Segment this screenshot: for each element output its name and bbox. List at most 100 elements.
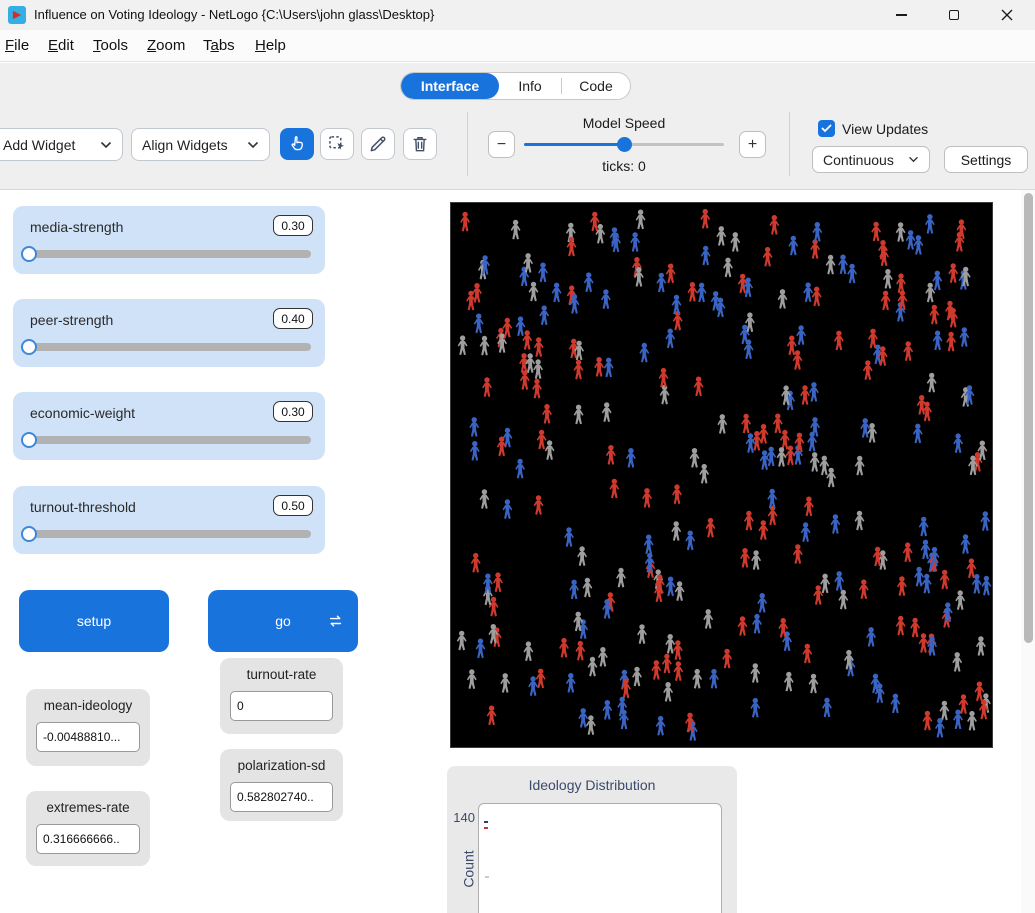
slider-thumb[interactable] <box>21 526 37 542</box>
menu-tabs[interactable]: Tabs <box>203 30 235 62</box>
tab-code[interactable]: Code <box>562 73 630 99</box>
update-mode-dropdown[interactable]: Continuous <box>812 146 930 173</box>
view-updates-control[interactable]: View Updates <box>818 120 928 137</box>
menu-tools[interactable]: Tools <box>93 30 128 62</box>
toolbar-divider <box>467 112 468 176</box>
speed-increase-button[interactable]: + <box>739 131 766 158</box>
window-title: Influence on Voting Ideology - NetLogo {… <box>34 0 434 30</box>
close-button[interactable] <box>984 0 1030 30</box>
minus-icon: − <box>497 136 506 154</box>
slider-turnout-threshold: turnout-threshold 0.50 <box>13 486 325 554</box>
model-speed-label: Model Speed <box>524 115 724 131</box>
monitor-extremes-rate: extremes-rate 0.316666666.. <box>26 791 150 866</box>
vertical-scrollbar[interactable] <box>1021 190 1035 913</box>
update-mode-value: Continuous <box>823 152 894 168</box>
menu-help[interactable]: Help <box>255 30 286 62</box>
speed-slider-thumb[interactable] <box>617 137 632 152</box>
speed-decrease-button[interactable]: − <box>488 131 515 158</box>
slider-thumb[interactable] <box>21 339 37 355</box>
settings-label: Settings <box>961 152 1012 168</box>
scrollbar-thumb[interactable] <box>1024 193 1033 643</box>
hand-pointer-icon <box>287 134 307 154</box>
slider-track[interactable] <box>27 343 311 351</box>
go-button-label: go <box>275 613 291 629</box>
monitor-polarization-sd: polarization-sd 0.582802740.. <box>220 749 343 821</box>
slider-value: 0.30 <box>273 401 313 422</box>
slider-track[interactable] <box>27 530 311 538</box>
forever-loop-icon <box>327 614 344 629</box>
speed-slider-fill <box>524 143 624 146</box>
check-icon <box>821 124 832 133</box>
align-widgets-dropdown[interactable]: Align Widgets <box>131 128 270 161</box>
netlogo-app-icon <box>8 6 26 24</box>
tab-info[interactable]: Info <box>499 73 561 99</box>
slider-media-strength: media-strength 0.30 <box>13 206 325 274</box>
title-bar: Influence on Voting Ideology - NetLogo {… <box>0 0 1035 30</box>
ticks-counter: ticks: 0 <box>524 158 724 174</box>
monitor-label: mean-ideology <box>26 698 150 713</box>
monitor-label: polarization-sd <box>220 758 343 773</box>
go-button[interactable]: go <box>208 590 358 652</box>
maximize-icon <box>949 10 959 20</box>
add-widget-label: Add Widget <box>3 137 75 153</box>
add-widget-dropdown[interactable]: Add Widget <box>0 128 123 161</box>
tab-interface[interactable]: Interface <box>401 73 499 99</box>
close-icon <box>1001 9 1013 21</box>
monitor-label: extremes-rate <box>26 800 150 815</box>
delete-tool-button[interactable] <box>403 128 437 160</box>
netlogo-arrow-icon <box>11 9 23 21</box>
marquee-select-icon <box>327 134 347 154</box>
plot-ymax-tick: 140 <box>449 810 475 825</box>
slider-track[interactable] <box>27 250 311 258</box>
slider-label: economic-weight <box>30 405 135 421</box>
plot-ylabel: Count <box>461 850 477 887</box>
view-updates-label: View Updates <box>842 121 928 137</box>
maximize-button[interactable] <box>931 0 977 30</box>
select-tool-button[interactable] <box>280 128 314 160</box>
world-view[interactable] <box>450 202 993 748</box>
netlogo-window: Influence on Voting Ideology - NetLogo {… <box>0 0 1035 913</box>
monitor-label: turnout-rate <box>220 667 343 682</box>
monitor-value: 0.582802740.. <box>230 782 333 812</box>
slider-value: 0.40 <box>273 308 313 329</box>
marquee-select-tool-button[interactable] <box>320 128 354 160</box>
menu-zoom[interactable]: Zoom <box>147 30 185 62</box>
main-tabs: Interface Info Code <box>400 72 631 100</box>
plot-area <box>478 803 722 913</box>
slider-economic-weight: economic-weight 0.30 <box>13 392 325 460</box>
slider-label: peer-strength <box>30 312 113 328</box>
plus-icon: + <box>748 136 757 154</box>
world-view-agents <box>451 203 992 747</box>
monitor-value: 0 <box>230 691 333 721</box>
trash-icon <box>410 134 430 154</box>
slider-thumb[interactable] <box>21 246 37 262</box>
plot-pen-mark <box>484 827 488 829</box>
menu-file[interactable]: File <box>5 30 29 62</box>
toolbar-divider <box>789 112 790 176</box>
settings-button[interactable]: Settings <box>944 146 1028 173</box>
menu-bar: File Edit Tools Zoom Tabs Help <box>0 30 1035 62</box>
setup-button-label: setup <box>77 613 111 629</box>
edit-tool-button[interactable] <box>361 128 395 160</box>
setup-button[interactable]: setup <box>19 590 169 652</box>
plot-ideology-distribution[interactable]: Ideology Distribution 140 Count <box>447 766 737 913</box>
minimize-icon <box>896 14 907 15</box>
view-updates-checkbox[interactable] <box>818 120 835 137</box>
minimize-button[interactable] <box>878 0 924 30</box>
slider-peer-strength: peer-strength 0.40 <box>13 299 325 367</box>
chevron-down-icon <box>247 141 259 149</box>
chevron-down-icon <box>100 141 112 149</box>
plot-pen-mark <box>484 821 488 823</box>
monitor-value: 0.316666666.. <box>36 824 140 854</box>
slider-thumb[interactable] <box>21 432 37 448</box>
model-speed-slider[interactable] <box>524 143 724 146</box>
plot-pen-mark <box>485 876 489 878</box>
monitor-mean-ideology: mean-ideology -0.00488810... <box>26 689 150 766</box>
slider-track[interactable] <box>27 436 311 444</box>
menu-edit[interactable]: Edit <box>48 30 74 62</box>
slider-label: media-strength <box>30 219 123 235</box>
monitor-turnout-rate: turnout-rate 0 <box>220 658 343 734</box>
chevron-down-icon <box>908 156 919 163</box>
slider-label: turnout-threshold <box>30 499 136 515</box>
monitor-value: -0.00488810... <box>36 722 140 752</box>
